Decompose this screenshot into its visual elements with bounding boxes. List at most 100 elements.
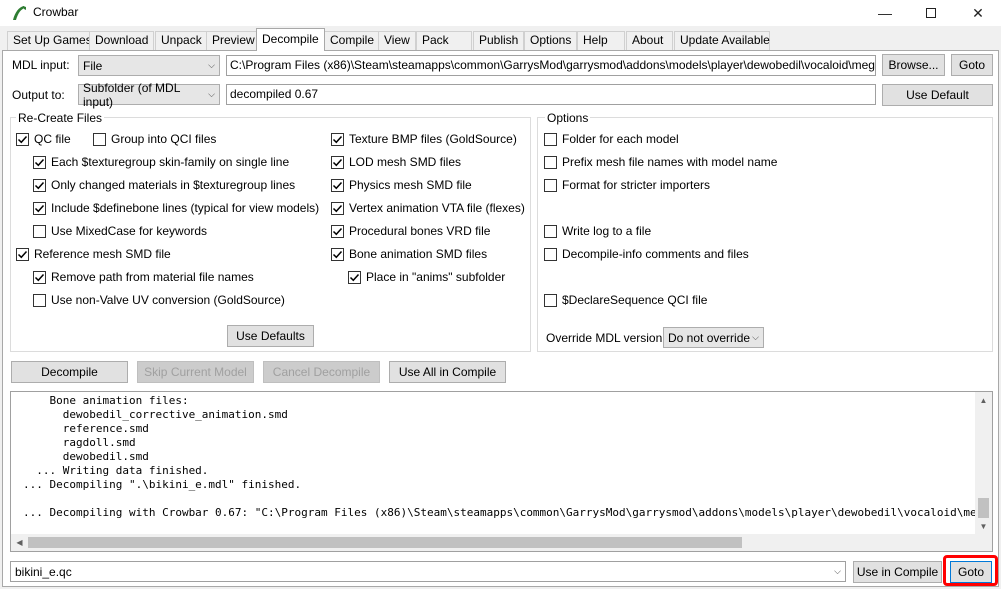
scroll-up-icon[interactable]: ▲ — [975, 392, 992, 409]
checkbox-unchecked-icon[interactable] — [544, 155, 557, 169]
close-icon[interactable]: ✕ — [955, 0, 1001, 26]
horizontal-scroll-thumb[interactable] — [28, 537, 742, 548]
checkbox-checked-icon[interactable] — [33, 178, 46, 192]
output-file-select[interactable]: bikini_e.qc ⌵ — [10, 561, 846, 582]
tab-set-up-games[interactable]: Set Up Games — [7, 31, 98, 50]
checkbox-checked-icon[interactable] — [33, 270, 46, 284]
log-output[interactable]: Bone animation files: dewobedil_correcti… — [10, 391, 993, 552]
mdl-input-type-value: File — [83, 58, 103, 73]
option-label: Write log to a file — [562, 224, 652, 238]
checkbox-checked-icon[interactable] — [348, 270, 361, 284]
checkbox-checked-icon[interactable] — [33, 201, 46, 215]
tab-download[interactable]: Download — [89, 31, 155, 50]
checkbox-checked-icon[interactable] — [16, 132, 29, 146]
checkbox-unchecked-icon[interactable] — [544, 132, 557, 146]
checkbox-unchecked-icon[interactable] — [544, 178, 557, 192]
option-label: Group into QCI files — [111, 132, 217, 146]
use-all-in-compile-button[interactable]: Use All in Compile — [389, 361, 506, 383]
option-label: QC file — [34, 132, 71, 146]
checkbox-unchecked-icon[interactable] — [544, 224, 557, 238]
checkbox-checked-icon[interactable] — [331, 201, 344, 215]
option-label: Each $texturegroup skin-family on single… — [51, 155, 290, 169]
skin-family-option[interactable]: Each $texturegroup skin-family on single… — [33, 155, 289, 169]
minimize-icon[interactable]: — — [862, 0, 908, 26]
crowbar-logo-icon — [13, 6, 26, 20]
procedural-bones-option[interactable]: Procedural bones VRD file — [331, 224, 490, 238]
checkbox-unchecked-icon[interactable] — [93, 132, 106, 146]
write-log-option[interactable]: Write log to a file — [544, 224, 651, 238]
tab-about[interactable]: About — [626, 31, 673, 50]
decompile-info-option[interactable]: Decompile-info comments and files — [544, 247, 749, 261]
bone-animation-option[interactable]: Bone animation SMD files — [331, 247, 487, 261]
use-default-button[interactable]: Use Default — [882, 84, 993, 106]
changed-materials-option[interactable]: Only changed materials in $texturegroup … — [33, 178, 295, 192]
mdl-input-type-select[interactable]: File ⌵ — [78, 55, 220, 76]
physics-mesh-option[interactable]: Physics mesh SMD file — [331, 178, 472, 192]
folder-each-model-option[interactable]: Folder for each model — [544, 132, 679, 146]
chevron-down-icon: ⌵ — [208, 89, 215, 99]
non-valve-uv-option[interactable]: Use non-Valve UV conversion (GoldSource) — [33, 293, 285, 307]
mdl-input-path-field[interactable]: C:\Program Files (x86)\Steam\steamapps\c… — [226, 55, 876, 76]
skip-current-model-button[interactable]: Skip Current Model — [137, 361, 254, 383]
decompile-button[interactable]: Decompile — [11, 361, 128, 383]
anims-subfolder-option[interactable]: Place in "anims" subfolder — [348, 270, 505, 284]
declare-sequence-option[interactable]: $DeclareSequence QCI file — [544, 293, 707, 307]
override-mdl-version-select[interactable]: Do not override ⌵ — [663, 327, 764, 348]
output-to-type-select[interactable]: Subfolder (of MDL input) ⌵ — [78, 81, 220, 109]
checkbox-checked-icon[interactable] — [331, 132, 344, 146]
goto-output-button[interactable]: Goto — [950, 561, 992, 583]
checkbox-checked-icon[interactable] — [331, 224, 344, 238]
log-lines: Bone animation files: dewobedil_correcti… — [11, 392, 992, 520]
qc-file-option[interactable]: QC file — [16, 132, 71, 146]
vertex-animation-option[interactable]: Vertex animation VTA file (flexes) — [331, 201, 525, 215]
tab-compile[interactable]: Compile — [324, 31, 381, 50]
option-label: Prefix mesh file names with model name — [562, 155, 778, 169]
tab-view[interactable]: View — [378, 31, 416, 50]
vertical-scroll-thumb[interactable] — [978, 498, 989, 518]
tab-help[interactable]: Help — [577, 31, 625, 50]
use-defaults-button[interactable]: Use Defaults — [227, 325, 314, 347]
option-label: Texture BMP files (GoldSource) — [349, 132, 517, 146]
goto-input-button[interactable]: Goto — [951, 54, 993, 76]
checkbox-unchecked-icon[interactable] — [33, 293, 46, 307]
log-horizontal-scrollbar[interactable]: ◀ ▶ — [11, 534, 992, 551]
output-subfolder-field[interactable]: decompiled 0.67 — [226, 84, 876, 105]
lod-mesh-option[interactable]: LOD mesh SMD files — [331, 155, 461, 169]
maximize-icon[interactable] — [908, 0, 954, 26]
checkbox-checked-icon[interactable] — [33, 155, 46, 169]
option-label: Include $definebone lines (typical for v… — [51, 201, 320, 215]
log-line: ... Writing data finished. — [23, 464, 209, 477]
definebone-option[interactable]: Include $definebone lines (typical for v… — [33, 201, 319, 215]
prefix-mesh-option[interactable]: Prefix mesh file names with model name — [544, 155, 777, 169]
checkbox-unchecked-icon[interactable] — [544, 247, 557, 261]
tab-decompile[interactable]: Decompile — [256, 28, 325, 51]
checkbox-checked-icon[interactable] — [16, 247, 29, 261]
group-qci-option[interactable]: Group into QCI files — [93, 132, 216, 146]
checkbox-unchecked-icon[interactable] — [33, 224, 46, 238]
mdl-input-label: MDL input: — [12, 58, 70, 72]
browse-button[interactable]: Browse... — [882, 54, 945, 76]
cancel-decompile-button[interactable]: Cancel Decompile — [263, 361, 380, 383]
stricter-importers-option[interactable]: Format for stricter importers — [544, 178, 710, 192]
tab-update-available[interactable]: Update Available — [674, 31, 770, 50]
options-title: Options — [545, 111, 591, 125]
tab-unpack[interactable]: Unpack — [155, 31, 208, 50]
option-label: Place in "anims" subfolder — [366, 270, 506, 284]
tab-options[interactable]: Options — [524, 31, 578, 50]
checkbox-checked-icon[interactable] — [331, 247, 344, 261]
use-in-compile-button[interactable]: Use in Compile — [853, 561, 942, 583]
remove-path-option[interactable]: Remove path from material file names — [33, 270, 254, 284]
checkbox-checked-icon[interactable] — [331, 178, 344, 192]
scroll-down-icon[interactable]: ▼ — [975, 518, 992, 535]
option-label: LOD mesh SMD files — [349, 155, 462, 169]
reference-mesh-option[interactable]: Reference mesh SMD file — [16, 247, 171, 261]
tab-publish[interactable]: Publish — [473, 31, 525, 50]
texture-bmp-option[interactable]: Texture BMP files (GoldSource) — [331, 132, 517, 146]
mixedcase-option[interactable]: Use MixedCase for keywords — [33, 224, 207, 238]
scroll-left-icon[interactable]: ◀ — [11, 534, 28, 551]
checkbox-unchecked-icon[interactable] — [544, 293, 557, 307]
log-vertical-scrollbar[interactable]: ▲ ▼ — [975, 392, 992, 535]
tab-pack[interactable]: Pack — [416, 31, 472, 50]
checkbox-checked-icon[interactable] — [331, 155, 344, 169]
tab-preview[interactable]: Preview — [206, 31, 261, 50]
